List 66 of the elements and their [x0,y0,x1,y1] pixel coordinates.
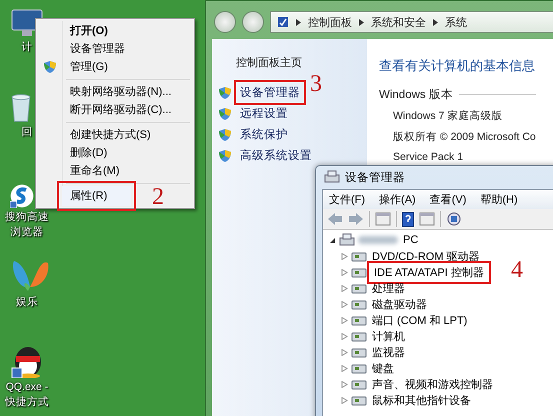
browser-icon [10,184,34,208]
breadcrumb-item[interactable]: 系统和安全 [371,14,426,30]
blurred-name [358,236,398,244]
tree-item[interactable]: PC [401,234,420,246]
menu-item[interactable]: 管理(G) [38,58,192,76]
step-number: 2 [152,185,164,209]
task-link[interactable]: 系统保护 [238,126,290,143]
breadcrumb-item[interactable]: 控制面板 [308,14,352,30]
scan-icon[interactable] [446,211,462,227]
address-bar[interactable]: 控制面板 系统和安全 系统 [270,11,553,33]
task-link[interactable]: 高级系统设置 [238,147,314,164]
shield-icon [218,86,232,100]
menu-item[interactable]: 映射网络驱动器(N)... [38,83,192,101]
menu-item[interactable]: 断开网络驱动器(C)... [38,101,192,119]
shield-icon [218,106,232,120]
tree-item[interactable]: DVD/CD-ROM 驱动器 [370,248,482,264]
breadcrumb-item[interactable]: 系统 [445,14,467,30]
window-title: 设备管理器 [345,170,405,184]
menu-bar-item[interactable]: 操作(A) [379,192,416,207]
forward-icon[interactable] [348,212,364,226]
tree-item[interactable]: 键盘 [370,360,396,376]
back-button[interactable] [214,11,236,33]
window-icon[interactable] [419,212,435,226]
breadcrumb-arrow-icon [359,18,364,26]
tree-item[interactable]: 计算机 [370,328,407,344]
control-panel-icon [277,16,289,28]
tree-item[interactable]: 鼠标和其他指针设备 [370,392,473,408]
shield-icon [218,128,232,142]
tree-item[interactable]: 声音、视频和游戏控制器 [370,376,495,392]
step-number: 3 [310,72,322,96]
computer-icon [339,233,355,247]
menu-item[interactable]: 设备管理器 [38,40,192,58]
info-text: Service Pack 1 [393,151,464,163]
forward-button[interactable] [242,11,264,33]
tree-item[interactable]: 磁盘驱动器 [370,296,429,312]
menu-bar-item[interactable]: 文件(F) [329,192,366,207]
tree-item[interactable]: 监视器 [370,344,407,360]
step-number: 4 [511,258,523,282]
computer-icon [324,170,340,184]
info-text: Windows 7 家庭高级版 [393,109,504,123]
help-icon[interactable] [402,212,414,226]
task-link[interactable]: 远程设置 [238,105,290,122]
menu-item[interactable]: 打开(O) [38,22,192,40]
menu-bar-item[interactable]: 帮助(H) [480,192,518,207]
recycle-bin-icon [10,93,32,123]
home-link[interactable]: 控制面板主页 [236,55,367,70]
tree-item[interactable]: 处理器 [370,280,407,296]
breadcrumb-arrow-icon [433,18,438,26]
desktop-icon-label[interactable]: 娱乐 [0,295,54,310]
desktop-icon-label[interactable]: 搜狗高速浏览器 [0,210,54,240]
desktop-icon-label[interactable]: QQ.exe - 快捷方式 [0,380,54,410]
shield-icon [43,60,57,74]
menu-item[interactable]: 删除(D) [38,144,192,162]
shield-icon [218,148,232,162]
tree-item[interactable]: 端口 (COM 和 LPT) [370,312,470,328]
menu-item[interactable]: 创建快捷方式(S) [38,126,192,144]
info-text: 版权所有 © 2009 Microsoft Co [393,130,536,144]
menu-bar-item[interactable]: 查看(V) [430,192,466,207]
expand-arrow-icon[interactable] [329,236,336,244]
breadcrumb-arrow-icon [296,18,301,26]
section-title: Windows 版本 [379,88,453,102]
window-icon[interactable] [375,212,391,226]
back-icon[interactable] [327,212,343,226]
menu-item[interactable]: 重命名(M) [38,162,192,180]
page-heading: 查看有关计算机的基本信息 [379,57,536,75]
tree-item[interactable]: IDE ATA/ATAPI 控制器 [370,264,488,280]
